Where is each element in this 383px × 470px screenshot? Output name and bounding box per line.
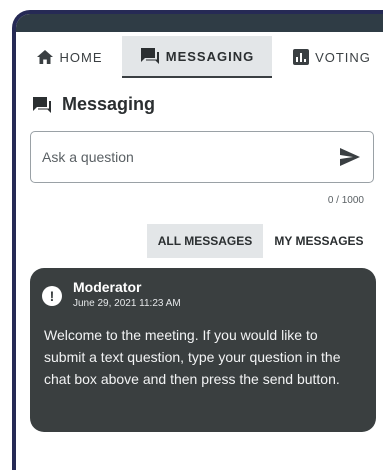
home-icon bbox=[36, 49, 54, 65]
message-text: Welcome to the meeting. If you would lik… bbox=[44, 327, 341, 387]
message-timestamp: June 29, 2021 11:23 AM bbox=[73, 298, 181, 309]
message-author: Moderator bbox=[73, 279, 142, 295]
send-icon[interactable] bbox=[339, 147, 361, 167]
tab-voting-label: VOTING bbox=[315, 49, 371, 65]
question-input[interactable] bbox=[31, 148, 334, 166]
app-frame: HOME MESSAGING VOTING Messaging 0 / 1000… bbox=[12, 10, 383, 470]
question-input-box bbox=[30, 131, 374, 183]
message-icon bbox=[32, 96, 52, 114]
poll-icon bbox=[293, 49, 310, 65]
tab-voting[interactable]: VOTING bbox=[272, 36, 383, 78]
tab-messaging[interactable]: MESSAGING bbox=[122, 36, 272, 78]
page-title: Messaging bbox=[32, 94, 155, 115]
message-card: ! Moderator June 29, 2021 11:23 AM Welco… bbox=[30, 268, 376, 432]
tab-messaging-label: MESSAGING bbox=[165, 48, 255, 64]
tab-home[interactable]: HOME bbox=[16, 36, 122, 78]
message-filter: ALL MESSAGES MY MESSAGES bbox=[147, 224, 375, 258]
message-icon bbox=[140, 47, 160, 65]
tab-bar: HOME MESSAGING VOTING bbox=[16, 36, 383, 78]
all-messages-button[interactable]: ALL MESSAGES bbox=[147, 224, 263, 258]
page-title-text: Messaging bbox=[62, 94, 156, 114]
character-counter: 0 / 1000 bbox=[327, 195, 364, 206]
alert-icon: ! bbox=[42, 286, 62, 306]
my-messages-button[interactable]: MY MESSAGES bbox=[263, 224, 375, 258]
tab-home-label: HOME bbox=[59, 49, 103, 65]
top-bar bbox=[16, 14, 383, 32]
